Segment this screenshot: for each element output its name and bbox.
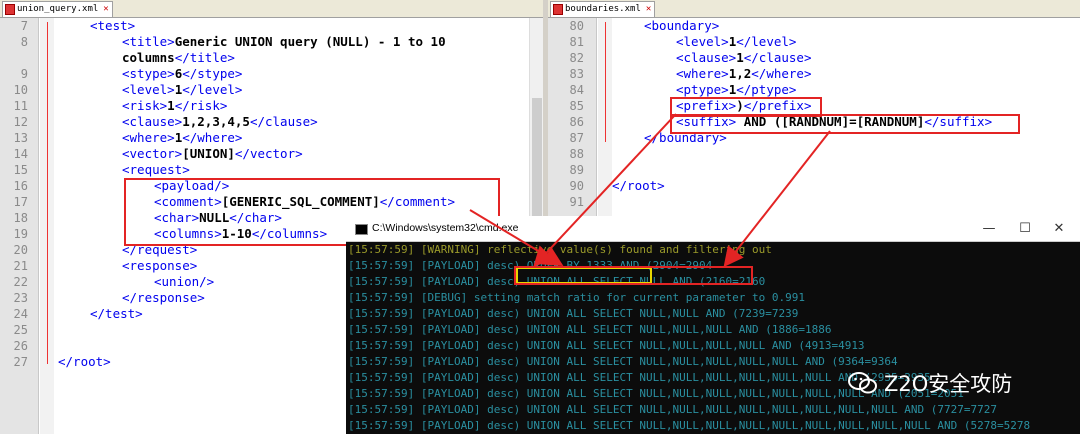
arrow-suffix-to-payload [723, 130, 831, 268]
arrow-request-to-payload [469, 209, 564, 267]
watermark-text: Z2O安全攻防 [884, 372, 1013, 396]
wechat-icon [848, 371, 878, 395]
watermark: Z2O安全攻防 [848, 368, 1012, 398]
arrow-prefix-to-payload [533, 113, 677, 267]
